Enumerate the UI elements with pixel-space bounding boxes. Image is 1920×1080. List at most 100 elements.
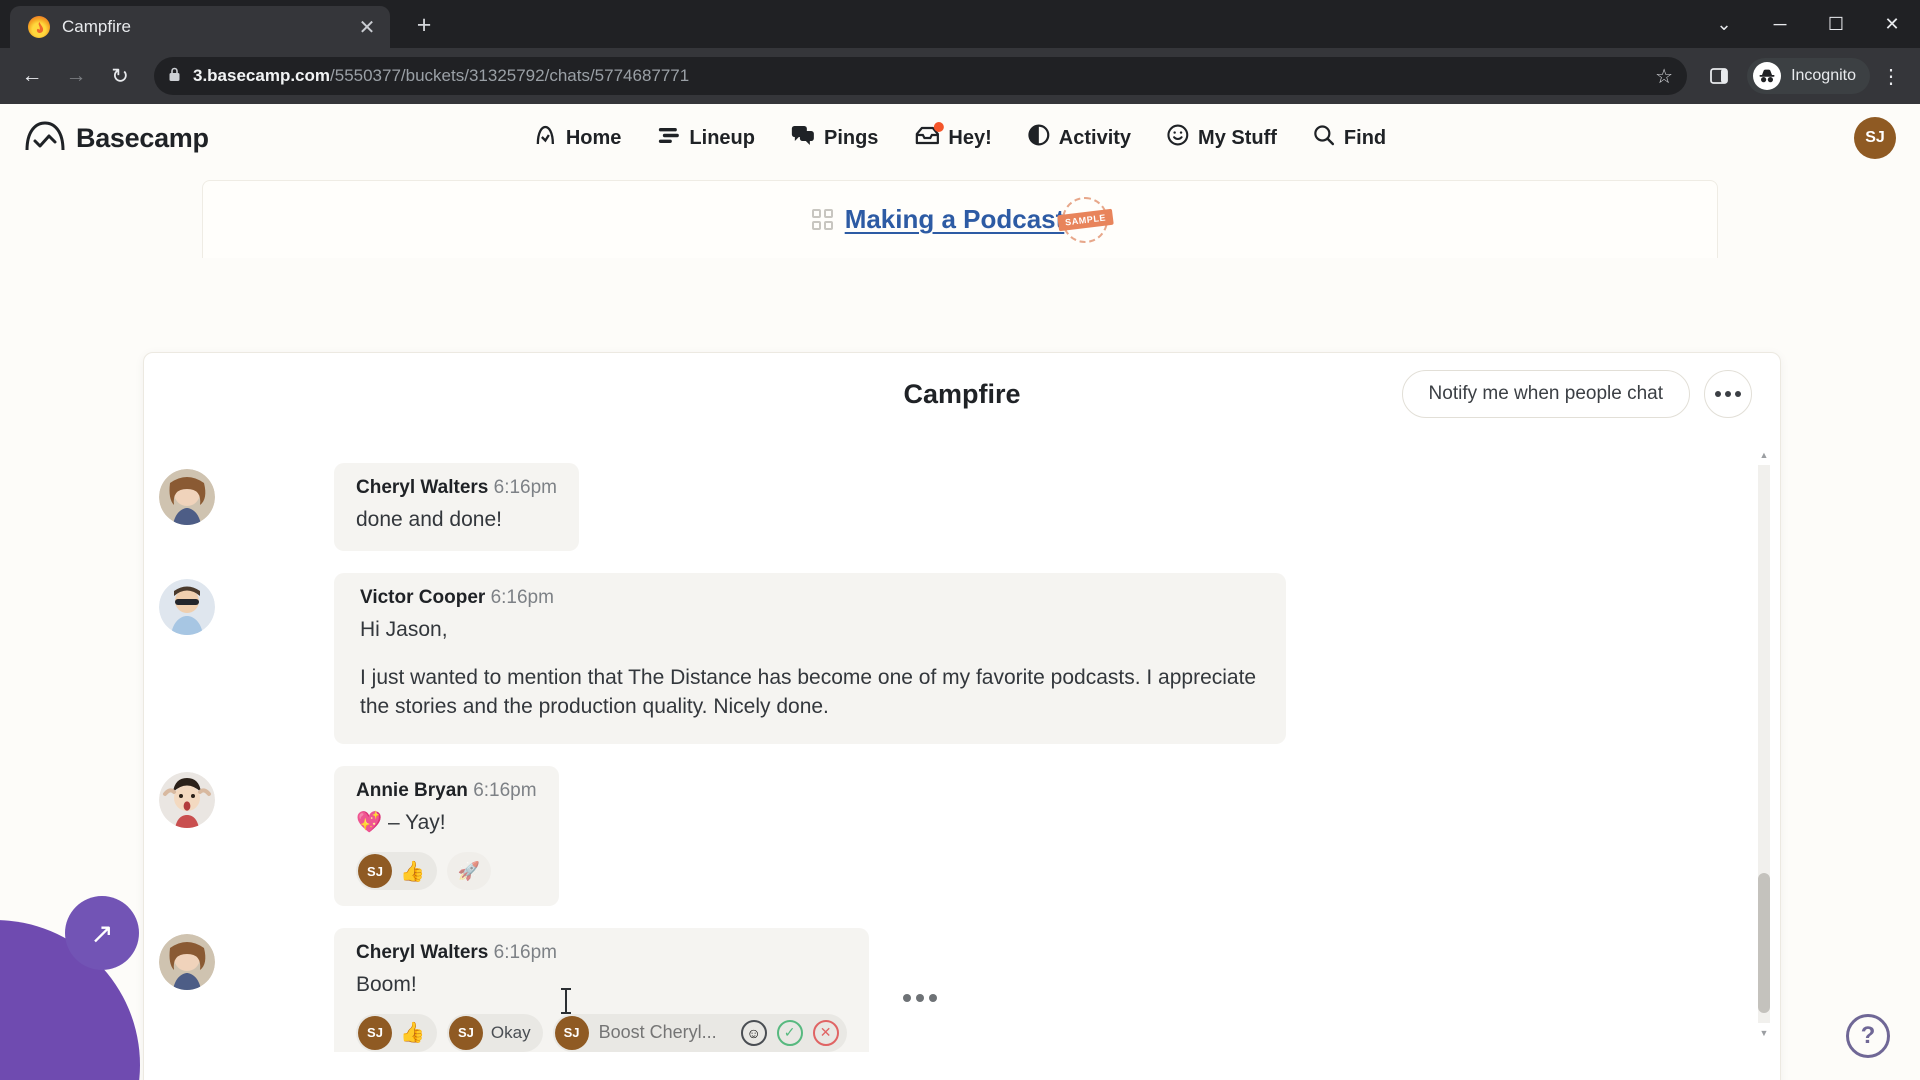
cheryl-avatar (159, 934, 215, 991)
basecamp-logo-text: Basecamp (76, 122, 209, 153)
lineup-icon (657, 127, 680, 150)
message-line: Hi Jason, (360, 617, 448, 641)
back-icon[interactable]: ← (12, 56, 52, 96)
user-avatar[interactable]: SJ (1854, 117, 1896, 159)
boost-input[interactable] (598, 1022, 731, 1044)
sample-badge: SAMPLE (1056, 196, 1114, 243)
browser-chrome: Campfire ✕ + ⌄ ─ ☐ ✕ ← → ↻ 3.basecamp.co… (0, 0, 1920, 104)
message-actions-icon[interactable] (902, 993, 937, 1002)
emoji-icon[interactable]: ☺ (740, 1019, 767, 1046)
activity-icon (1028, 124, 1050, 152)
annie-avatar (159, 772, 215, 829)
message-author: Cheryl Walters (356, 942, 489, 964)
message-body: done and done! (356, 505, 557, 535)
message-author: Cheryl Walters (356, 477, 489, 498)
nav-item-pings[interactable]: Pings (791, 125, 878, 152)
chat-scrollbar[interactable]: ▲ ▼ (1758, 449, 1770, 1039)
message-meta: Cheryl Walters 6:16pm (356, 942, 847, 964)
boost-list: SJ 👍 SJ Okay SJ ☺ ✓ ✕ (356, 1013, 847, 1052)
confirm-icon[interactable]: ✓ (776, 1019, 803, 1046)
message-meta: Victor Cooper 6:16pm (360, 587, 1260, 609)
bookmark-star-icon[interactable]: ☆ (1655, 64, 1673, 89)
scroll-up-icon[interactable]: ▲ (1758, 449, 1770, 461)
nav-item-find[interactable]: Find (1313, 124, 1386, 152)
boost-avatar: SJ (358, 854, 392, 889)
scrollbar-thumb[interactable] (1758, 873, 1770, 1013)
message-author: Victor Cooper (360, 586, 486, 608)
basecamp-page: Basecamp Home Lineup Pings Hey! Activity… (0, 104, 1920, 1080)
campfire-header: Campfire Notify me when people chat (144, 353, 1780, 435)
basecamp-mark-icon (24, 120, 66, 157)
cheryl-avatar (159, 469, 215, 525)
window-controls: ⌄ ─ ☐ ✕ (1696, 0, 1920, 48)
nav-item-lineup[interactable]: Lineup (657, 127, 755, 150)
message-body: 💖 – Yay! (356, 808, 537, 838)
message-bubble: Cheryl Walters 6:16pm Boom! SJ 👍 SJ Okay… (334, 928, 869, 1052)
grid-icon (811, 209, 833, 230)
message-time: 6:16pm (473, 780, 537, 802)
nav-item-home[interactable]: Home (534, 124, 621, 153)
maximize-button[interactable]: ☐ (1808, 0, 1864, 48)
boost-text: Okay (490, 1022, 531, 1042)
message-item: Victor Cooper 6:16pm Hi Jason, I just wa… (144, 572, 1780, 745)
home-icon (534, 124, 557, 153)
message-item: Cheryl Walters 6:16pm done and done! (144, 463, 1780, 551)
breadcrumb: Making a Podcast SAMPLE (202, 180, 1718, 258)
incognito-label: Incognito (1791, 67, 1856, 84)
boost-chip[interactable]: SJ Okay (446, 1013, 543, 1052)
browser-tab[interactable]: Campfire ✕ (10, 6, 390, 48)
text-cursor-icon (561, 988, 571, 1014)
incognito-icon (1753, 62, 1782, 90)
add-boost-button[interactable]: 🚀 (446, 852, 491, 891)
breadcrumb-project-link[interactable]: Making a Podcast (845, 204, 1065, 235)
nav-label-pings: Pings (823, 126, 879, 149)
cancel-icon[interactable]: ✕ (812, 1019, 839, 1046)
new-tab-button[interactable]: + (404, 5, 444, 45)
nav-item-activity[interactable]: Activity (1028, 124, 1131, 152)
browser-menu-icon[interactable]: ⋮ (1874, 64, 1908, 89)
boost-emoji: 👍 (400, 1022, 425, 1045)
browser-toolbar: ← → ↻ 3.basecamp.com/5550377/buckets/313… (0, 48, 1920, 104)
nav-item-my-stuff[interactable]: My Stuff (1167, 124, 1277, 152)
promo-expand-button[interactable]: ↗ (65, 896, 139, 970)
boost-list: SJ 👍 🚀 (356, 852, 537, 891)
search-icon (1313, 124, 1335, 152)
message-line: I just wanted to mention that The Distan… (360, 665, 1257, 719)
campfire-flame-icon (28, 16, 50, 38)
help-button[interactable]: ? (1846, 1014, 1890, 1058)
more-options-button[interactable] (1704, 370, 1752, 418)
boost-avatar: SJ (448, 1015, 483, 1050)
page-title: Campfire (903, 378, 1021, 409)
message-bubble: Cheryl Walters 6:16pm done and done! (334, 463, 579, 551)
address-bar[interactable]: 3.basecamp.com/5550377/buckets/31325792/… (154, 57, 1688, 95)
boost-emoji: 👍 (400, 860, 425, 883)
reload-icon[interactable]: ↻ (100, 56, 140, 96)
message-line: 💖 – Yay! (356, 811, 446, 835)
notify-me-button[interactable]: Notify me when people chat (1401, 370, 1690, 418)
side-panel-icon[interactable] (1701, 58, 1737, 94)
minimize-button[interactable]: ─ (1752, 0, 1808, 48)
message-body: Boom! (356, 970, 847, 1000)
campfire-card: Campfire Notify me when people chat Cher… (143, 352, 1781, 1080)
incognito-profile-button[interactable]: Incognito (1747, 58, 1870, 94)
message-body: Hi Jason, I just wanted to mention that … (360, 615, 1260, 722)
nav-label-find: Find (1343, 126, 1387, 149)
message-meta: Annie Bryan 6:16pm (356, 780, 537, 802)
basecamp-logo[interactable]: Basecamp (24, 120, 209, 157)
scroll-down-icon[interactable]: ▼ (1758, 1027, 1770, 1039)
chevron-down-icon[interactable]: ⌄ (1696, 0, 1752, 48)
boost-chip[interactable]: SJ 👍 (356, 852, 437, 891)
chat-message-list[interactable]: Cheryl Walters 6:16pm done and done! Vic… (144, 435, 1780, 1052)
nav-label-activity: Activity (1058, 126, 1132, 149)
boost-chip[interactable]: SJ 👍 (356, 1013, 437, 1052)
nav-item-hey[interactable]: Hey! (914, 121, 992, 152)
close-window-button[interactable]: ✕ (1864, 0, 1920, 48)
message-time: 6:16pm (493, 477, 557, 498)
close-icon[interactable]: ✕ (354, 14, 380, 40)
hey-badge-dot (933, 121, 944, 132)
omnibox-actions: ☆ (1655, 64, 1673, 89)
boost-composer[interactable]: SJ ☺ ✓ ✕ (552, 1013, 847, 1052)
sample-badge-label: SAMPLE (1056, 208, 1114, 231)
forward-icon[interactable]: → (56, 56, 96, 96)
message-item: Annie Bryan 6:16pm 💖 – Yay! SJ 👍 🚀 (144, 766, 1780, 907)
